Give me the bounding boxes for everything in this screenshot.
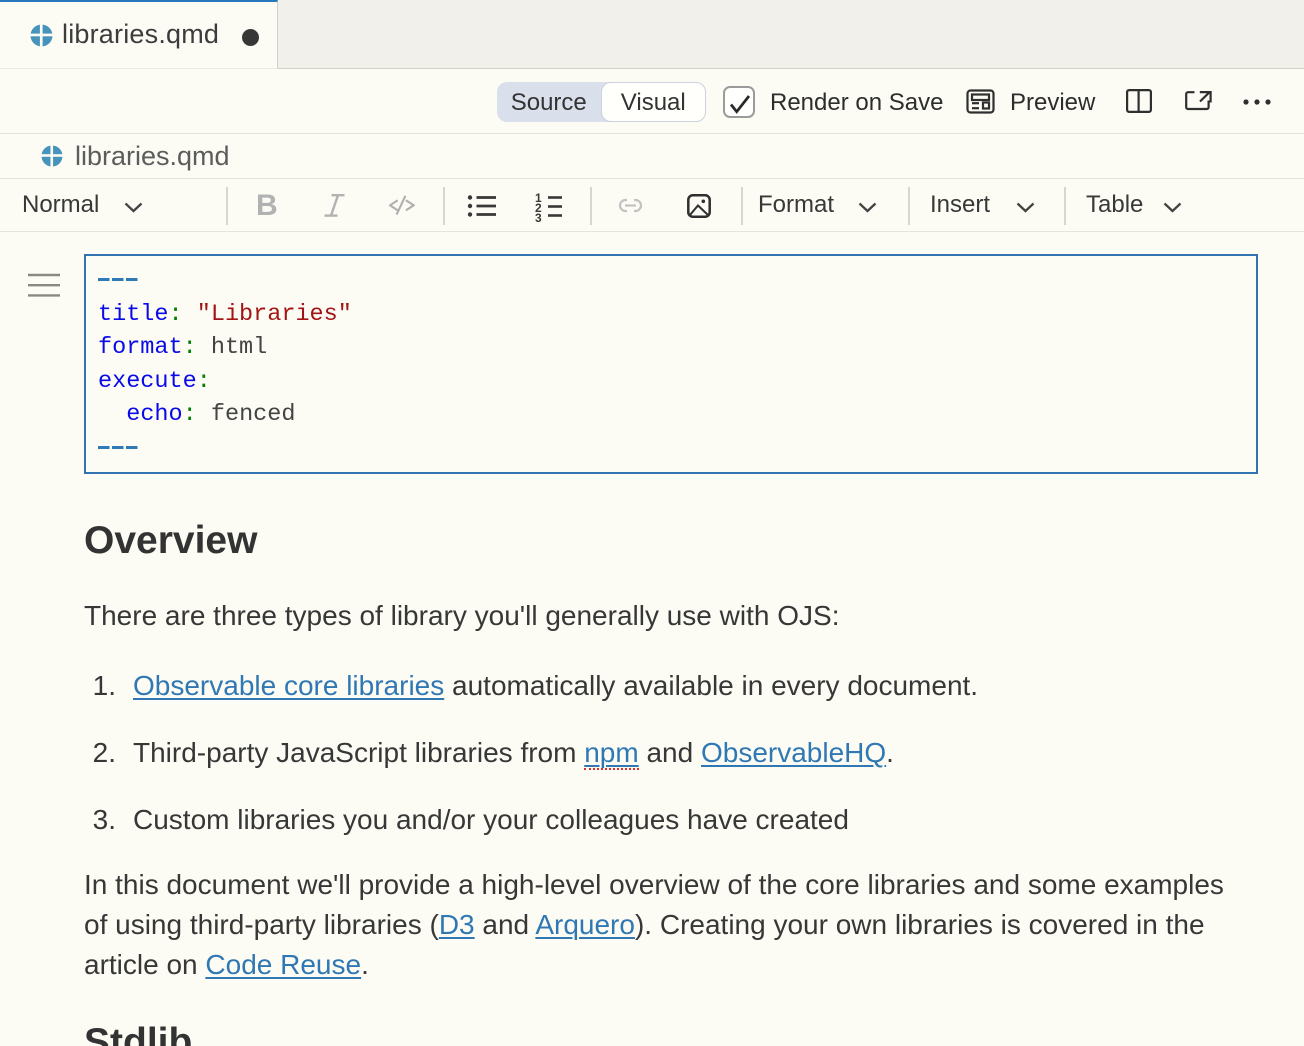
svg-text:3: 3 bbox=[535, 211, 542, 223]
